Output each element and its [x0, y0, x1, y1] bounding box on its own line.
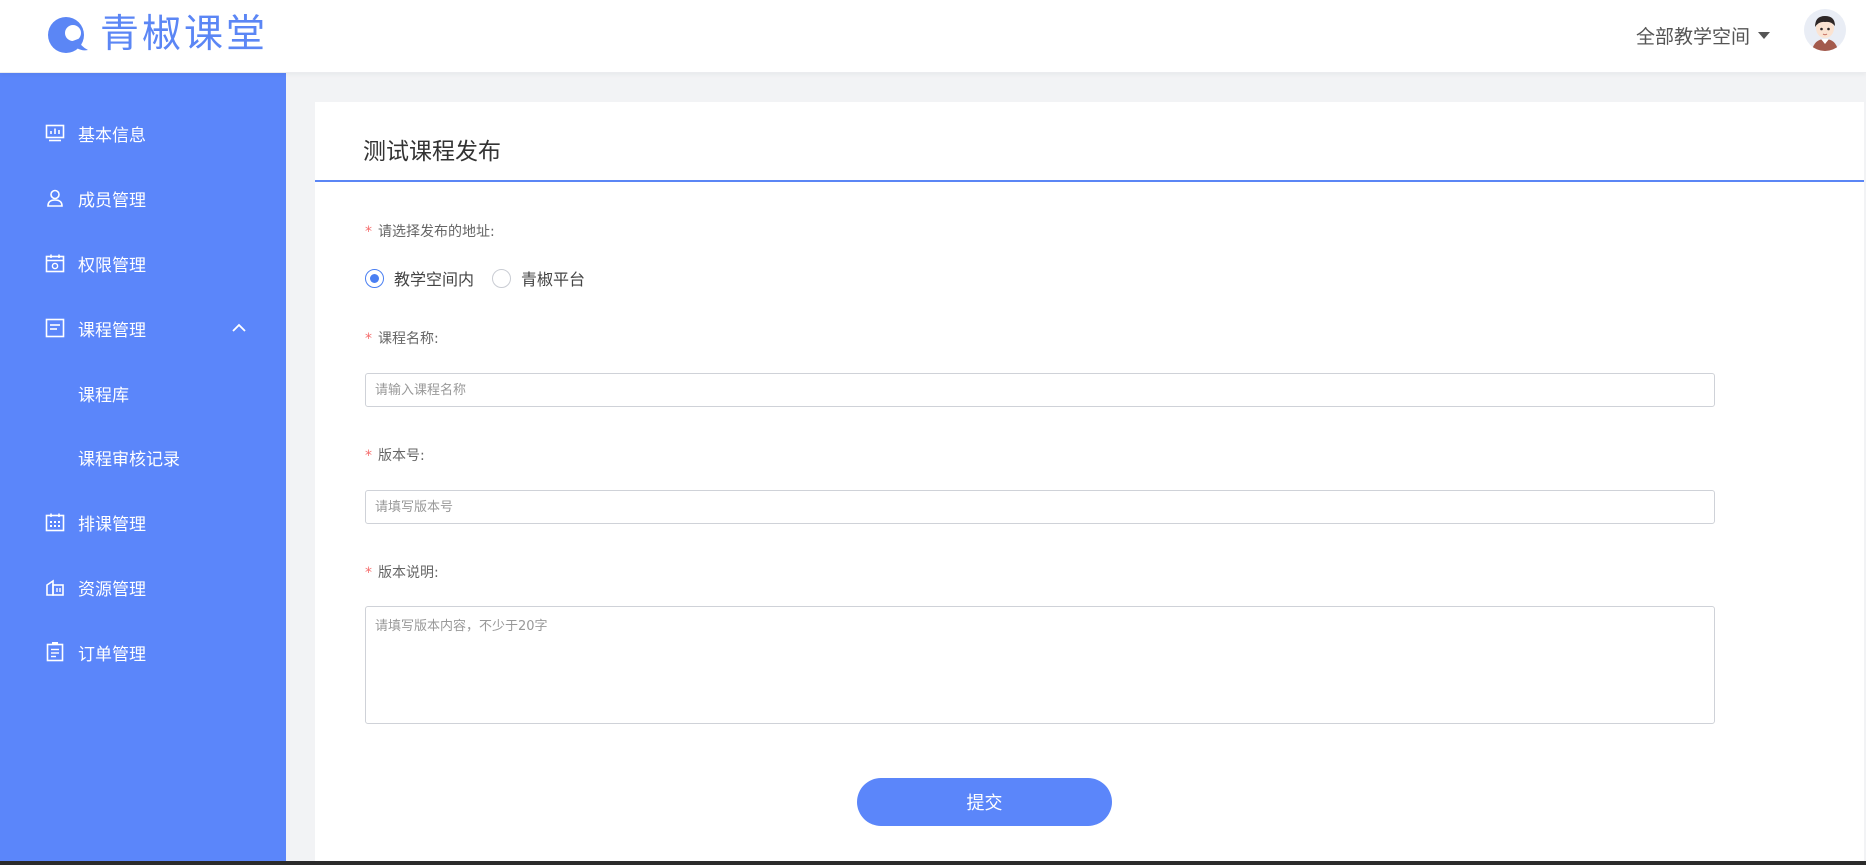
sidebar-item-label: 成员管理: [78, 190, 146, 211]
user-avatar[interactable]: [1804, 9, 1846, 51]
radio-unchecked-icon[interactable]: [492, 268, 512, 288]
submit-button[interactable]: 提交: [857, 778, 1112, 826]
sidebar-item-scheduling[interactable]: 排课管理: [0, 502, 286, 542]
required-mark: *: [365, 565, 372, 581]
sidebar-item-label: 基本信息: [78, 125, 146, 146]
course-name-field-label: * 课程名称:: [365, 328, 439, 348]
sidebar-subitem-label: 课程审核记录: [78, 449, 180, 470]
version-notes-textarea[interactable]: [365, 606, 1715, 724]
schedule-icon: [45, 513, 65, 532]
sidebar-item-label: 权限管理: [78, 255, 146, 276]
required-mark: *: [365, 331, 372, 347]
app-logo[interactable]: 青椒课堂: [44, 12, 268, 58]
caret-down-icon: [1758, 31, 1771, 39]
avatar-icon: [1804, 9, 1846, 51]
address-label-text: 请选择发布的地址:: [378, 224, 495, 240]
version-label-text: 版本号:: [378, 448, 425, 464]
sidebar-item-label: 课程管理: [78, 320, 146, 341]
resource-icon: [46, 579, 64, 596]
address-radio-group: 教学空间内 青椒平台: [365, 266, 603, 290]
sidebar-item-label: 资源管理: [78, 579, 146, 600]
required-mark: *: [365, 224, 372, 240]
course-name-input[interactable]: [365, 373, 1715, 407]
address-field-label: * 请选择发布的地址:: [365, 221, 495, 241]
chevron-up-icon[interactable]: [231, 323, 247, 333]
logo-icon: [48, 17, 88, 53]
window-bottom-edge: [0, 861, 1866, 865]
sidebar-item-label: 排课管理: [78, 514, 146, 535]
version-notes-field-label: * 版本说明:: [365, 562, 439, 582]
sidebar-item-members[interactable]: 成员管理: [0, 178, 286, 218]
sidebar-item-permissions[interactable]: 权限管理: [0, 243, 286, 283]
radio-checked-icon[interactable]: [365, 268, 384, 288]
sidebar-item-courses[interactable]: 课程管理: [0, 308, 286, 348]
sidebar-item-course-review-records[interactable]: 课程审核记录: [0, 437, 286, 477]
sidebar: 基本信息 成员管理 权限管理 课程管理 课程库 课程审核记录 排课管理 资源管理…: [0, 73, 286, 865]
calendar-lock-icon: [45, 254, 65, 273]
version-notes-label-text: 版本说明:: [378, 565, 439, 581]
version-input[interactable]: [365, 490, 1715, 524]
user-icon: [47, 189, 63, 207]
course-name-label-text: 课程名称:: [378, 331, 439, 347]
order-icon: [46, 642, 64, 662]
document-icon: [45, 318, 65, 338]
radio-teaching-space[interactable]: 教学空间内: [365, 266, 474, 290]
space-selector-label: 全部教学空间: [1636, 25, 1751, 48]
sidebar-item-resources[interactable]: 资源管理: [0, 567, 286, 607]
version-field-label: * 版本号:: [365, 445, 425, 465]
logo-text: 青椒课堂: [100, 12, 269, 57]
sidebar-item-basic-info[interactable]: 基本信息: [0, 113, 286, 153]
main-content: 测试课程发布 * 请选择发布的地址: 教学空间内 青椒平台 * 课程名称: * 版本号…: [315, 102, 1864, 865]
radio-label: 青椒平台: [521, 270, 586, 289]
sidebar-item-course-library[interactable]: 课程库: [0, 373, 286, 413]
radio-qingjiao-platform[interactable]: 青椒平台: [492, 266, 585, 290]
top-header: 青椒课堂 全部教学空间: [0, 0, 1866, 73]
radio-label: 教学空间内: [394, 270, 475, 289]
sidebar-item-label: 订单管理: [78, 644, 146, 665]
sidebar-item-orders[interactable]: 订单管理: [0, 632, 286, 672]
title-divider: [315, 180, 1864, 182]
page-title: 测试课程发布: [363, 139, 501, 165]
dashboard-icon: [45, 124, 65, 142]
space-selector[interactable]: 全部教学空间: [1636, 20, 1771, 50]
required-mark: *: [365, 448, 372, 464]
sidebar-subitem-label: 课程库: [78, 385, 129, 406]
